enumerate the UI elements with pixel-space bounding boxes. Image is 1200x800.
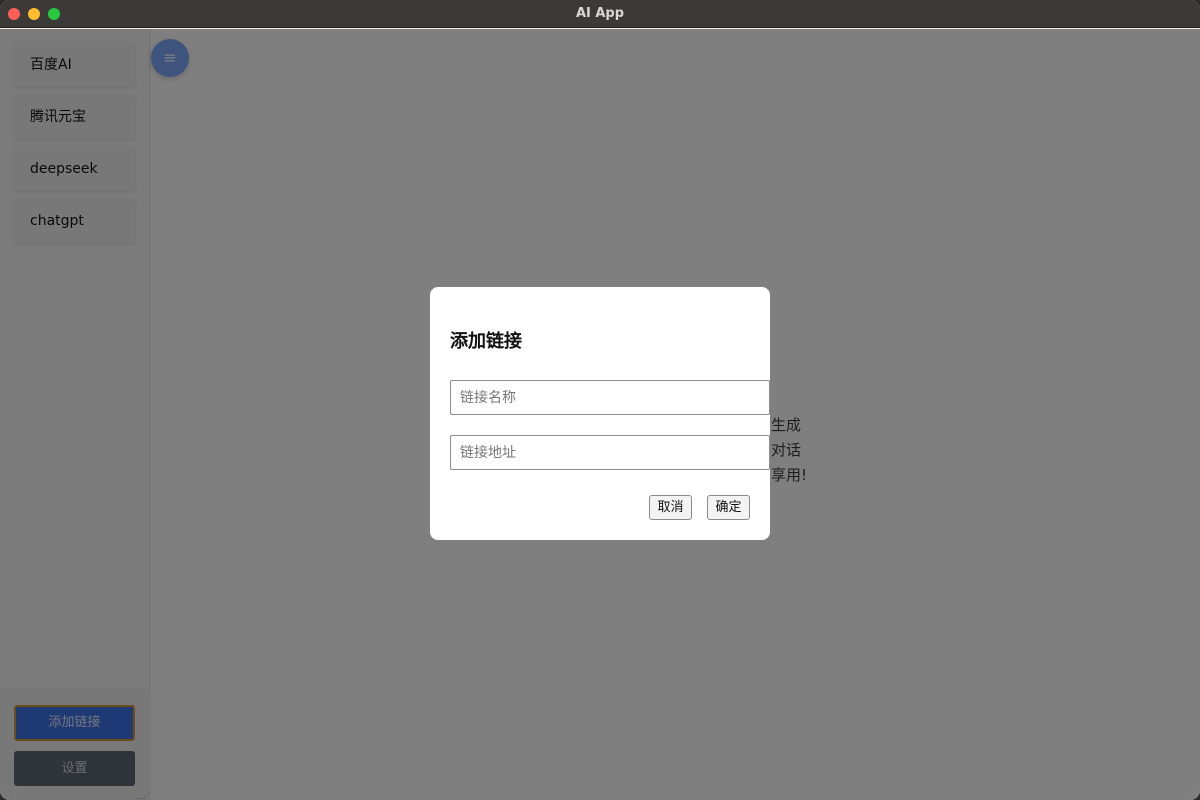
- link-url-input[interactable]: [450, 435, 770, 470]
- app-window: AI App 百度AI 腾讯元宝 deepseek chatgpt 添加链接 设…: [0, 0, 1200, 800]
- window-title: AI App: [575, 6, 625, 21]
- dialog-title: 添加链接: [450, 331, 522, 352]
- confirm-button[interactable]: 确定: [707, 495, 750, 520]
- add-link-dialog: 添加链接 取消 确定: [430, 287, 770, 540]
- cancel-button[interactable]: 取消: [649, 495, 692, 520]
- link-name-input[interactable]: [450, 380, 770, 415]
- title-bar: AI App: [0, 0, 1200, 28]
